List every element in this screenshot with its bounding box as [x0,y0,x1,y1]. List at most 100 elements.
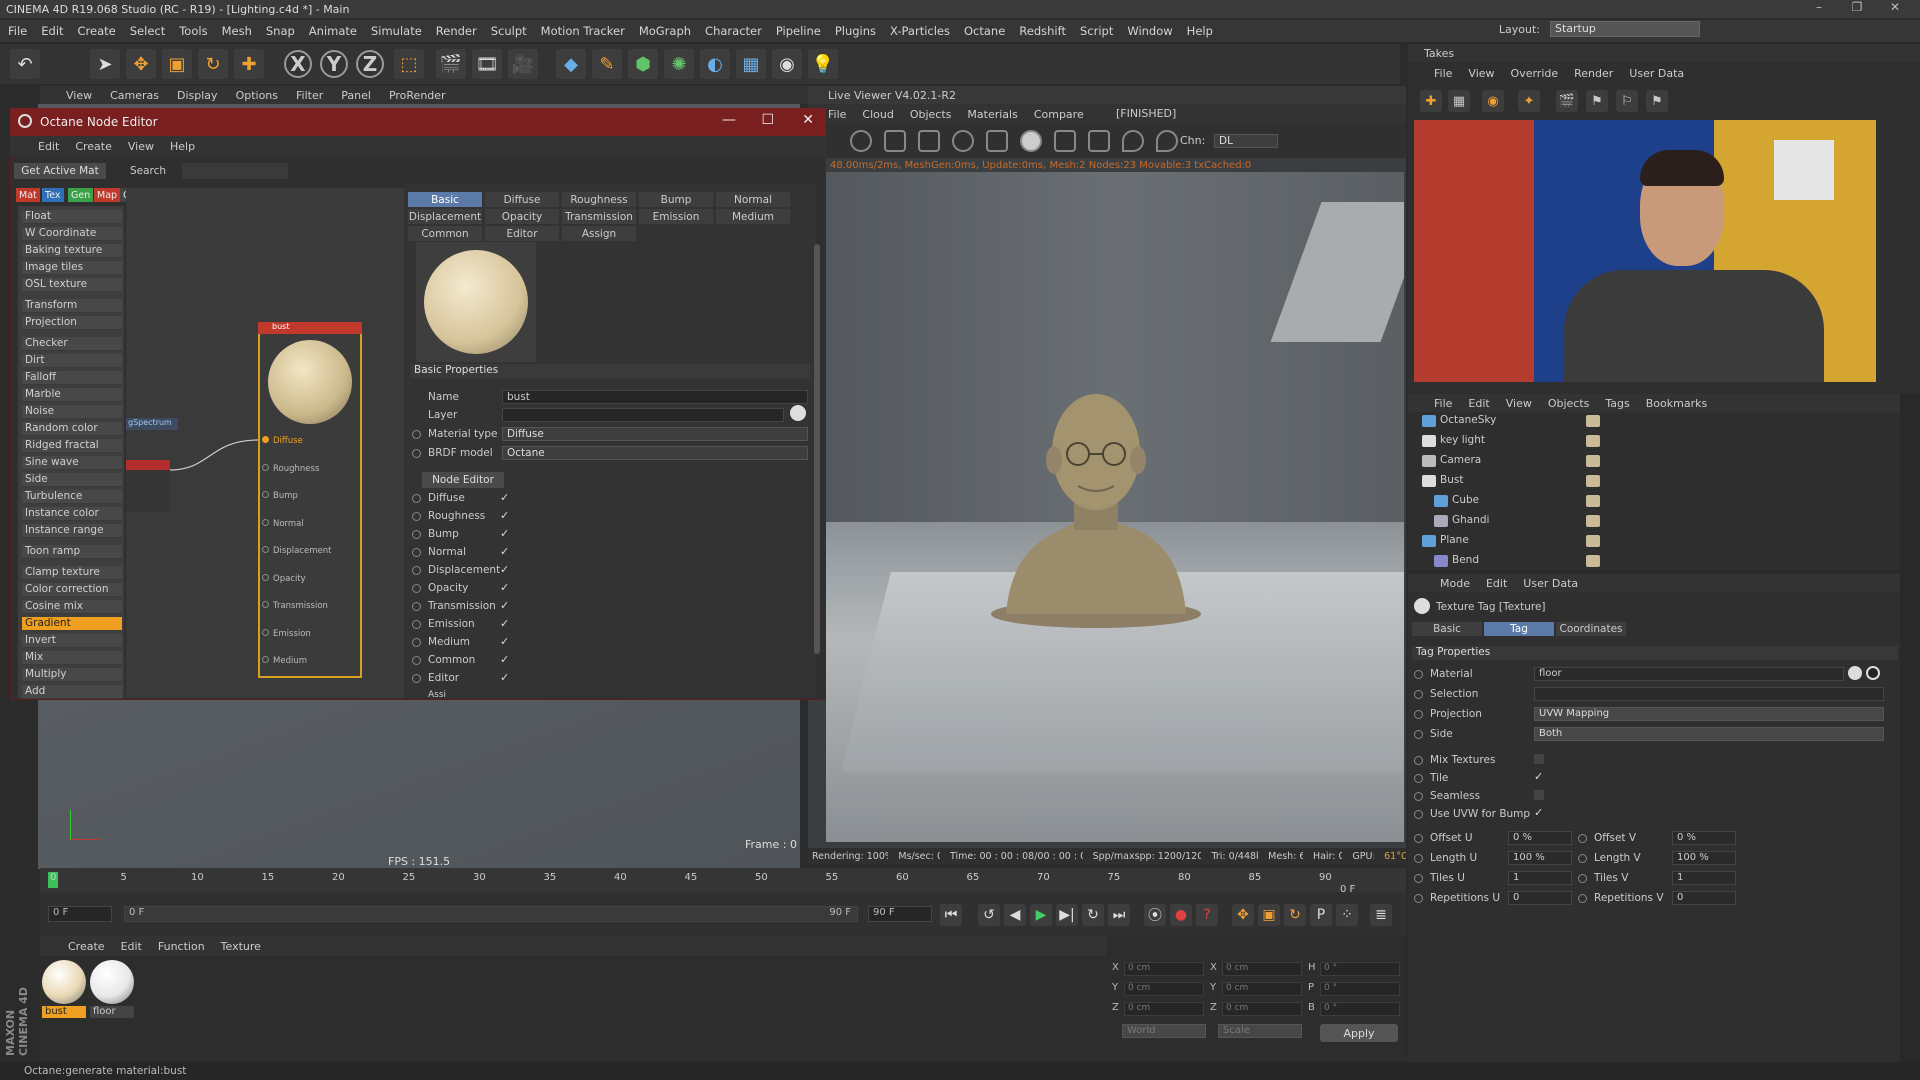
takes-menu-user-data[interactable]: User Data [1629,67,1684,80]
material-clear-icon[interactable] [1866,666,1880,680]
objects-menu-bookmarks[interactable]: Bookmarks [1646,397,1707,410]
attr-tab-coordinates[interactable]: Coordinates [1556,622,1626,636]
rep-v-field[interactable]: 0 [1672,891,1736,905]
pick-material-icon[interactable] [1156,130,1178,152]
rotate-key-icon[interactable]: ↻ [1284,904,1306,926]
name-field[interactable]: bust [502,390,808,404]
step-back-icon[interactable]: ◀ [1004,904,1026,926]
take-lock-icon[interactable]: ✦ [1518,90,1540,112]
menu-redshift[interactable]: Redshift [1019,24,1066,38]
move-icon[interactable]: ✥ [126,49,156,79]
coord-position-field[interactable]: 0 cm [1124,962,1204,976]
material-input-pin[interactable]: Transmission [262,601,328,611]
object-item[interactable]: Plane [1440,534,1469,546]
node-list-item[interactable]: Checker [22,337,122,351]
property-tab-transmission[interactable]: Transmission [562,209,636,224]
coord-size-field[interactable]: 0 cm [1222,962,1302,976]
property-tab-medium[interactable]: Medium [716,209,790,224]
material-input-pin[interactable]: Medium [262,656,307,666]
channel-radio[interactable] [412,674,421,683]
ne-menu-create[interactable]: Create [75,140,112,153]
menu-octane[interactable]: Octane [964,24,1005,38]
add-icon[interactable]: ✚ [234,49,264,79]
material-input-pin[interactable]: Bump [262,491,298,501]
channel-select[interactable]: DL [1214,134,1278,148]
menu-create[interactable]: Create [78,24,116,38]
node-list-item[interactable]: Turbulence [22,490,122,504]
attr-menu-user-data[interactable]: User Data [1523,577,1578,590]
cloner-icon[interactable]: ✺ [664,49,694,79]
lv-menu-cloud[interactable]: Cloud [862,108,893,121]
channel-checkbox[interactable]: ✓ [500,545,509,558]
node-list-item[interactable]: Color correction [22,583,122,597]
object-item[interactable]: Ghandi [1452,514,1489,526]
mix-textures-radio[interactable] [1414,756,1423,765]
node-list-item[interactable]: Sine wave [22,456,122,470]
category-tab-map[interactable]: Map [94,188,121,202]
channel-radio[interactable] [412,584,421,593]
brdf-radio[interactable] [412,449,421,458]
object-item[interactable]: key light [1440,434,1485,446]
subdivision-icon[interactable]: ⬢ [628,49,658,79]
restart-render-icon[interactable] [850,130,872,152]
projection-radio[interactable] [1414,710,1423,719]
viewport-menu-view[interactable]: View [66,89,92,102]
take-marker-icon[interactable]: ⚑ [1586,90,1608,112]
object-tag-icon[interactable] [1586,455,1600,467]
seamless-checkbox[interactable] [1534,790,1544,800]
node-list-item[interactable]: Transform [22,299,122,313]
object-tag-icon[interactable] [1586,475,1600,487]
attr-tab-tag[interactable]: Tag [1484,622,1554,636]
menu-select[interactable]: Select [130,24,165,38]
menu-tools[interactable]: Tools [179,24,207,38]
node-list-item[interactable]: OSL texture [22,278,122,292]
length-v-radio[interactable] [1578,854,1587,863]
lv-menu-objects[interactable]: Objects [910,108,952,121]
property-tab-opacity[interactable]: Opacity [485,209,559,224]
search-input[interactable] [182,163,288,179]
material-menu-create[interactable]: Create [68,940,105,953]
take-override-icon[interactable]: ◉ [1482,90,1504,112]
node-list-item[interactable]: Baking texture [22,244,122,258]
coord-size-field[interactable]: 0 cm [1222,982,1302,996]
channel-checkbox[interactable]: ✓ [500,581,509,594]
pla-key-icon[interactable]: ⁘ [1336,904,1358,926]
render-picture-viewer-icon[interactable]: 🎞 [472,49,502,79]
offset-u-radio[interactable] [1414,834,1423,843]
tile-checkbox[interactable]: ✓ [1534,770,1543,783]
property-tab-common[interactable]: Common [408,226,482,241]
channel-radio[interactable] [412,548,421,557]
cube-icon[interactable]: ◆ [556,49,586,79]
ne-maximize-icon[interactable]: ☐ [761,112,774,128]
node-list-item[interactable]: Image tiles [22,261,122,275]
rotate-icon[interactable]: ↻ [198,49,228,79]
channel-checkbox[interactable]: ✓ [500,617,509,630]
take-layer-icon[interactable]: ⚑ [1646,90,1668,112]
material-type-select[interactable]: Diffuse [502,427,808,441]
attr-tab-basic[interactable]: Basic [1412,622,1482,636]
y-axis-lock-icon[interactable]: Y [320,50,348,78]
viewport-menu-display[interactable]: Display [177,89,218,102]
takes-menu-override[interactable]: Override [1511,67,1559,80]
object-item[interactable]: Camera [1440,454,1481,466]
autokey-icon[interactable]: ? [1196,904,1218,926]
render-output[interactable] [826,172,1404,842]
channel-radio[interactable] [412,656,421,665]
scale-icon[interactable]: ▣ [162,49,192,79]
floor-icon[interactable]: ▦ [736,49,766,79]
material-input-pin[interactable]: Emission [262,629,311,639]
film-region-icon[interactable] [1088,130,1110,152]
property-tab-diffuse[interactable]: Diffuse [485,192,559,207]
material-link-icon[interactable] [1848,666,1862,680]
coord-position-field[interactable]: 0 cm [1124,1002,1204,1016]
object-tag-icon[interactable] [1586,415,1600,427]
region-icon[interactable] [1054,130,1076,152]
menu-pipeline[interactable]: Pipeline [776,24,821,38]
node-list-item[interactable]: Ridged fractal [22,439,122,453]
scale-select[interactable]: Scale [1218,1024,1302,1038]
rep-u-field[interactable]: 0 [1508,891,1572,905]
channel-radio[interactable] [412,620,421,629]
projection-select[interactable]: UVW Mapping [1534,707,1884,721]
menu-animate[interactable]: Animate [309,24,357,38]
takes-menu-render[interactable]: Render [1574,67,1613,80]
